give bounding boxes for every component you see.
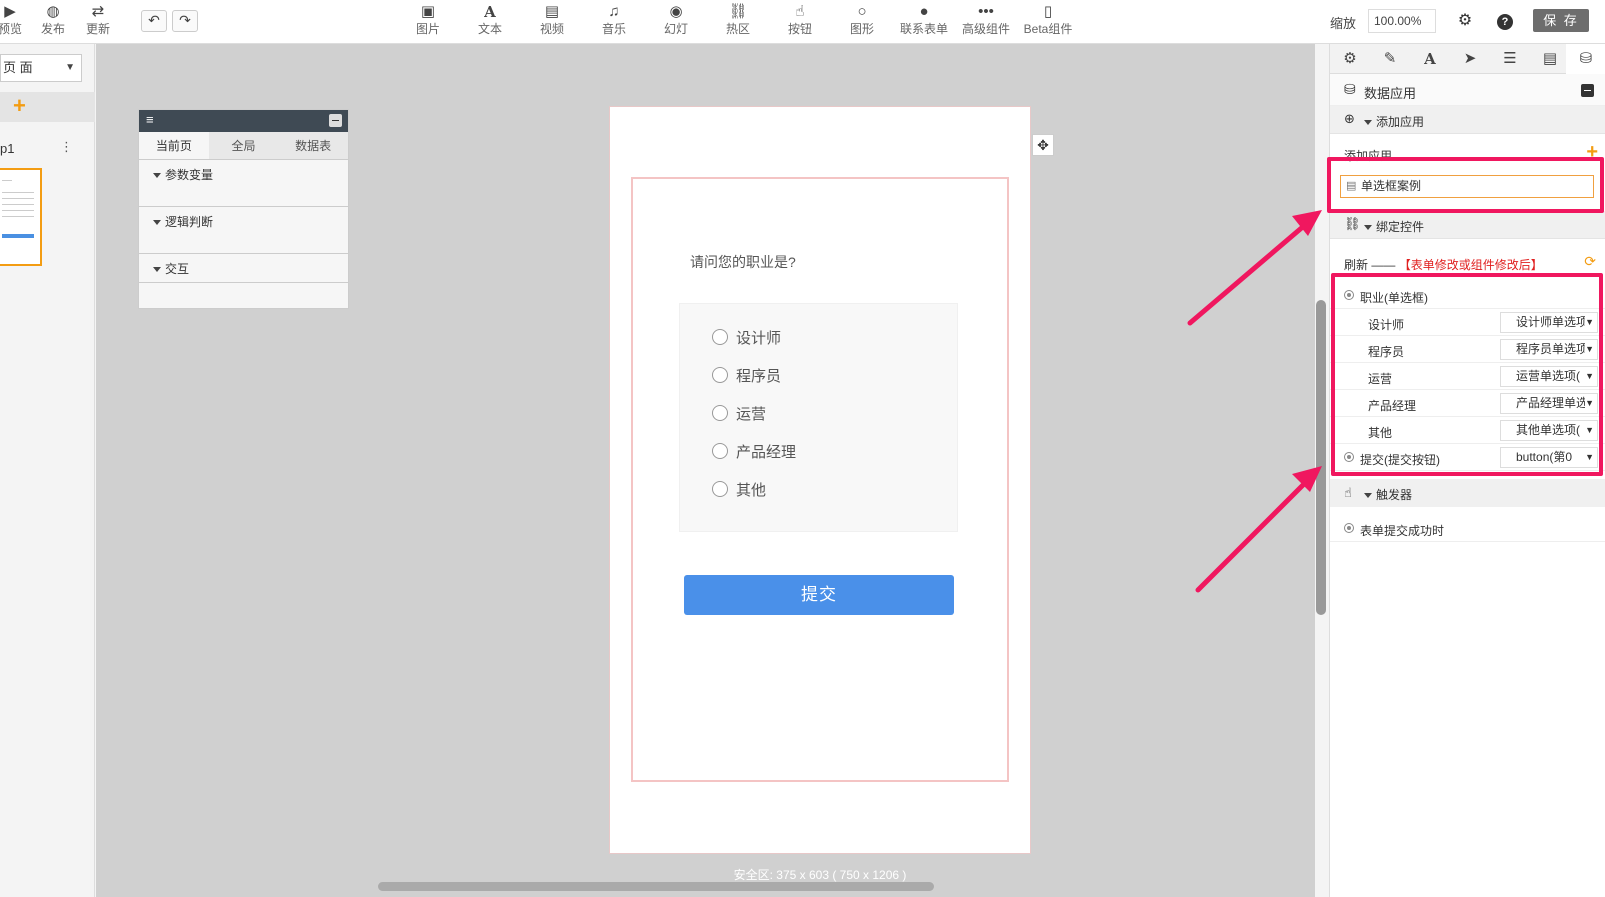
caret-down-icon (153, 173, 161, 179)
page-name: p1 (0, 141, 15, 156)
zoom-input[interactable]: 100.00% (1368, 9, 1436, 33)
bind-control-section[interactable]: ⛓ 绑定控件 (1330, 211, 1605, 239)
add-app-section[interactable]: ⊕ 添加应用 (1330, 106, 1605, 134)
target-icon (1344, 523, 1354, 533)
question-text[interactable]: 请问您的职业是? (690, 252, 796, 272)
property-tabs: ⚙ ✎ A ➤ ☰ ▤ ⛁ (1330, 44, 1605, 74)
vertical-scrollbar[interactable] (1316, 300, 1326, 615)
mobile-icon: ▯ (1043, 3, 1053, 20)
retweet-icon: ⇄ (91, 3, 105, 20)
plus-icon: + (13, 93, 26, 118)
pencil-tab-icon[interactable]: ✎ (1370, 44, 1410, 74)
gear-icon[interactable]: ⚙ (1454, 10, 1476, 32)
variable-panel-header[interactable]: ≡ (139, 110, 348, 132)
redo-button[interactable]: ↷ (172, 10, 198, 32)
caret-down-icon (153, 220, 161, 226)
slideshow-icon: ◉ (669, 3, 683, 20)
more-icon: ••• (978, 3, 994, 20)
tab-global[interactable]: 全局 (209, 132, 279, 159)
section-logic: 逻辑判断 (139, 207, 348, 254)
font-tab-icon[interactable]: A (1410, 44, 1450, 74)
safe-area-label: 安全区: 375 x 603 ( 750 x 1206 ) (733, 868, 907, 882)
top-toolbar: ▶ 预览 ◍ 发布 ⇄ 更新 ↶ ↷ ▣ 图片 A 文本 ▤ 视频 ♫ 音乐 ◉… (0, 0, 1605, 44)
settings-tab-icon[interactable]: ⚙ (1330, 44, 1370, 74)
zoom-label: 缩放 (1330, 16, 1357, 31)
add-page-bar[interactable]: + (0, 92, 95, 122)
radio-icon[interactable] (712, 443, 728, 459)
variable-tabs: 当前页 全局 数据表 (139, 132, 348, 160)
radio-option[interactable]: 运营 (712, 402, 766, 424)
plus-circle-icon: ⊕ (1344, 111, 1355, 126)
caret-down-icon (1364, 225, 1372, 231)
section-parameters: 参数变量 (139, 160, 348, 207)
database-icon: ⛁ (1344, 81, 1356, 97)
link-icon: ⛓ (728, 3, 748, 20)
collapse-icon[interactable] (1581, 84, 1594, 97)
tool-advanced[interactable]: ••• 高级组件 (958, 2, 1014, 42)
text-icon: A (484, 3, 496, 21)
page-select[interactable]: 页 面 ▼ (0, 54, 82, 82)
radio-icon[interactable] (712, 405, 728, 421)
circle-icon: ○ (857, 3, 867, 20)
radio-icon[interactable] (712, 329, 728, 345)
menu-icon[interactable]: ≡ (146, 112, 154, 127)
submit-button[interactable]: 提交 (684, 575, 954, 615)
tool-contact-form[interactable]: ● 联系表单 (896, 2, 952, 42)
radio-icon[interactable] (712, 367, 728, 383)
caret-down-icon (153, 267, 161, 273)
tool-video[interactable]: ▤ 视频 (524, 2, 580, 42)
horizontal-scrollbar[interactable] (378, 882, 934, 891)
page-menu-icon[interactable]: ⋮ (60, 139, 73, 155)
radio-option[interactable]: 产品经理 (712, 440, 796, 462)
database-tab-icon[interactable]: ⛁ (1566, 44, 1605, 74)
tool-text[interactable]: A 文本 (462, 2, 518, 42)
tool-beta[interactable]: ▯ Beta组件 (1020, 2, 1076, 42)
hand-icon: ☝ (795, 3, 805, 20)
radio-option[interactable]: 程序员 (712, 364, 781, 386)
redo-icon: ↷ (179, 12, 191, 28)
image-icon: ▣ (420, 3, 436, 20)
trigger-item[interactable]: 表单提交成功时 (1330, 514, 1605, 542)
preview-icon: ▶ (4, 3, 16, 20)
radio-option[interactable]: 其他 (712, 478, 766, 500)
document-tab-icon[interactable]: ▤ (1530, 44, 1570, 74)
data-app-header: ⛁ 数据应用 (1330, 74, 1605, 106)
tool-slideshow[interactable]: ◉ 幻灯 (648, 2, 704, 42)
highlight-box (1327, 157, 1604, 213)
tool-button[interactable]: ☝ 按钮 (772, 2, 828, 42)
undo-button[interactable]: ↶ (141, 10, 167, 32)
undo-icon: ↶ (148, 12, 160, 28)
radio-option[interactable]: 设计师 (712, 326, 781, 348)
tab-current-page[interactable]: 当前页 (139, 132, 209, 159)
caret-down-icon (1364, 120, 1372, 126)
hand-icon: ☝ (1344, 485, 1352, 500)
trigger-section[interactable]: ☝ 触发器 (1330, 479, 1605, 507)
caret-down-icon (1364, 493, 1372, 499)
tool-music[interactable]: ♫ 音乐 (586, 2, 642, 42)
radio-icon[interactable] (712, 481, 728, 497)
section-interaction: 交互 (139, 254, 348, 283)
help-icon[interactable]: ? (1494, 10, 1516, 32)
tool-shape[interactable]: ○ 图形 (834, 2, 890, 42)
chevron-down-icon: ▼ (65, 62, 75, 73)
tool-hotspot[interactable]: ⛓ 热区 (710, 2, 766, 42)
save-button[interactable]: 保 存 (1533, 9, 1589, 32)
user-icon: ● (919, 3, 929, 20)
highlight-box (1331, 273, 1603, 476)
page-thumbnail[interactable] (0, 168, 42, 266)
move-icon[interactable]: ✥ (1032, 134, 1054, 156)
wechat-icon: ◍ (46, 3, 60, 20)
link-icon: ⛓ (1344, 216, 1361, 231)
update-button[interactable]: ⇄ 更新 (70, 2, 126, 42)
tool-image[interactable]: ▣ 图片 (400, 2, 456, 42)
variable-panel: ≡ 当前页 全局 数据表 参数变量 逻辑判断 交互 (138, 109, 349, 309)
video-icon: ▤ (544, 3, 560, 20)
left-page-panel: 页 面 ▼ + p1 ⋮ (0, 44, 95, 897)
music-icon: ♫ (608, 3, 620, 20)
send-tab-icon[interactable]: ➤ (1450, 44, 1490, 74)
minimize-icon[interactable] (329, 114, 342, 127)
list-tab-icon[interactable]: ☰ (1490, 44, 1530, 74)
refresh-icon[interactable]: ⟳ (1584, 253, 1596, 270)
tab-datatable[interactable]: 数据表 (278, 132, 348, 159)
